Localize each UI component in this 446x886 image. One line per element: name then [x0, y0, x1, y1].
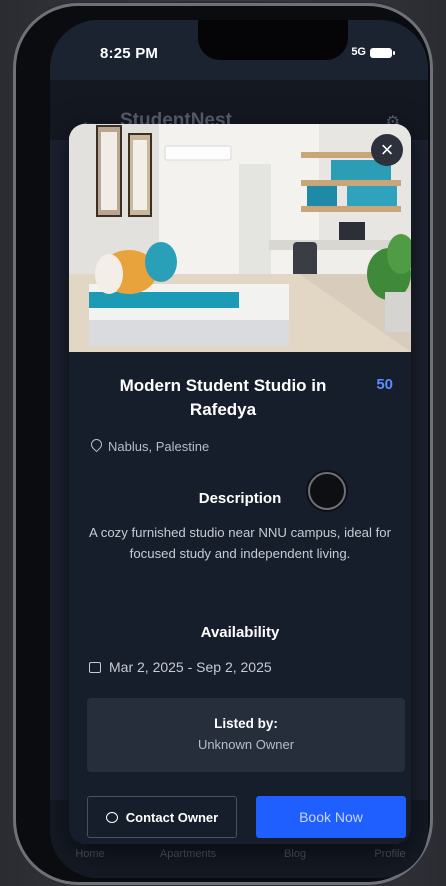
availability-dates: Mar 2, 2025 - Sep 2, 2025	[89, 659, 272, 675]
description-heading: Description	[198, 490, 282, 507]
contact-owner-label: Contact Owner	[125, 809, 219, 825]
nav-label: Blog	[283, 848, 307, 860]
stage: 8:25 PM 5G ← StudentNest ⚙ Home Apartmen…	[0, 0, 446, 886]
availability-text: Mar 2, 2025 - Sep 2, 2025	[109, 659, 272, 675]
book-now-button[interactable]: Book Now	[256, 796, 406, 838]
close-icon: ×	[380, 137, 394, 162]
listed-by-label: Listed by:	[214, 716, 278, 731]
listed-by-card: Listed by: Unknown Owner	[87, 698, 405, 772]
signal-indicator: 5G	[351, 46, 366, 58]
chat-bubble-icon	[105, 811, 118, 823]
listing-modal: × Modern Student Studio in Rafedya 50 Na…	[69, 124, 411, 844]
calendar-icon	[89, 662, 101, 673]
book-now-label: Book Now	[299, 809, 363, 825]
room-illustration	[69, 124, 411, 352]
listing-price: 50	[376, 376, 393, 393]
nav-label: Home	[75, 848, 105, 860]
owner-name: Unknown Owner	[197, 737, 295, 752]
status-time: 8:25 PM	[100, 45, 159, 62]
phone-frame: 8:25 PM 5G ← StudentNest ⚙ Home Apartmen…	[16, 6, 430, 882]
availability-heading: Availability	[200, 624, 280, 641]
touch-indicator	[308, 472, 346, 510]
nav-label: Apartments	[159, 848, 217, 860]
close-button[interactable]: ×	[371, 134, 403, 166]
listing-location: Nablus, Palestine	[88, 436, 210, 454]
battery-icon	[370, 48, 395, 58]
description-text: A cozy furnished studio near NNU campus,…	[89, 525, 391, 561]
contact-owner-button[interactable]: Contact Owner	[87, 796, 237, 838]
listing-title: Modern Student Studio in Rafedya	[119, 376, 327, 419]
listing-photo	[69, 124, 411, 352]
location-text: Nablus, Palestine	[108, 439, 210, 454]
phone-screen: 8:25 PM 5G ← StudentNest ⚙ Home Apartmen…	[50, 20, 428, 878]
nav-label: Profile	[374, 848, 406, 860]
location-pin-icon	[88, 436, 105, 453]
camera-notch	[198, 20, 348, 60]
